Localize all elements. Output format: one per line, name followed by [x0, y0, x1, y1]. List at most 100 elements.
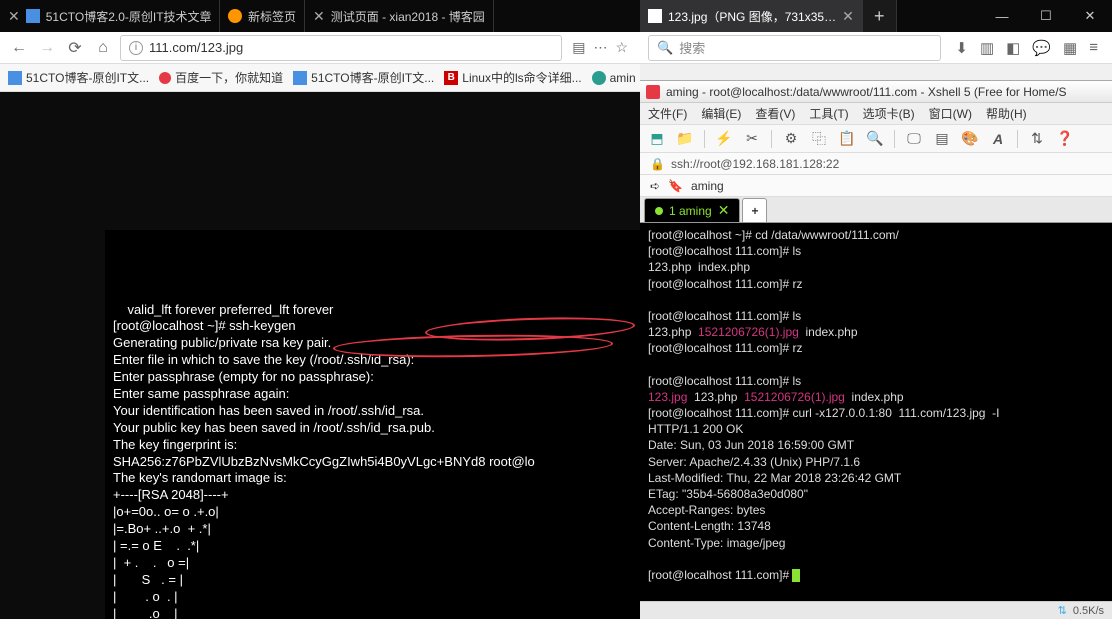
- maximize-button[interactable]: ☐: [1024, 0, 1068, 32]
- terminal-line: The key's randomart image is:: [113, 470, 632, 487]
- close-button[interactable]: ✕: [1068, 0, 1112, 32]
- menu-help[interactable]: 帮助(H): [986, 105, 1027, 122]
- color-icon[interactable]: 🎨: [959, 128, 981, 150]
- screen-icon[interactable]: 🖵: [903, 128, 925, 150]
- bookmark-icon[interactable]: 🔖: [668, 179, 683, 193]
- reload-button[interactable]: ⟳: [64, 37, 86, 59]
- menu-edit[interactable]: 编辑(E): [701, 105, 741, 122]
- menu-window[interactable]: 窗口(W): [929, 105, 972, 122]
- minimize-button[interactable]: —: [980, 0, 1024, 32]
- star-icon[interactable]: ☆: [615, 39, 628, 56]
- menu-tools[interactable]: 工具(T): [809, 105, 848, 122]
- cursor: [792, 569, 800, 582]
- terminal-line: [648, 551, 1104, 567]
- xshell-titlebar[interactable]: aming - root@localhost:/data/wwwroot/111…: [640, 81, 1112, 103]
- terminal-line: | . o . |: [113, 589, 632, 606]
- new-session-icon[interactable]: ⬒: [646, 128, 668, 150]
- bookmark-item[interactable]: BLinux中的ls命令详细...: [444, 69, 581, 86]
- close-icon[interactable]: ✕: [8, 8, 20, 25]
- close-icon[interactable]: ✕: [718, 202, 730, 219]
- new-tab-button[interactable]: +: [863, 0, 897, 32]
- terminal-line: Enter same passphrase again:: [113, 386, 632, 403]
- tab-label: 51CTO博客2.0-原创IT技术文章: [46, 8, 212, 25]
- close-icon[interactable]: ✕: [313, 8, 325, 25]
- sidebar-icon[interactable]: ◧: [1006, 39, 1020, 57]
- session-tab[interactable]: 1 aming ✕: [644, 198, 740, 222]
- terminal-line: Enter passphrase (empty for no passphras…: [113, 369, 632, 386]
- paste-icon[interactable]: 📋: [836, 128, 858, 150]
- menu-tab[interactable]: 选项卡(B): [863, 105, 915, 122]
- favicon-icon: [26, 9, 40, 23]
- tab-1[interactable]: 新标签页: [220, 0, 305, 32]
- terminal-output[interactable]: [root@localhost ~]# cd /data/wwwroot/111…: [640, 223, 1112, 601]
- menu-file[interactable]: 文件(F): [648, 105, 687, 122]
- menu-icon[interactable]: ≡: [1089, 39, 1098, 57]
- library-icon[interactable]: ▥: [980, 39, 994, 57]
- terminal-line: [root@localhost 111.com]#: [648, 567, 1104, 583]
- terminal-line: | .o |: [113, 606, 632, 619]
- tab-strip-right: 123.jpg（PNG 图像，731x35… ✕ + — ☐ ✕: [640, 0, 1112, 32]
- terminal-line: | S . = |: [113, 572, 632, 589]
- session-tabs: 1 aming ✕ +: [640, 197, 1112, 223]
- bookmark-item[interactable]: 51CTO博客-原创IT文...: [293, 69, 434, 86]
- reconnect-icon[interactable]: ⚡: [713, 128, 735, 150]
- tab-2[interactable]: ✕测试页面 - xian2018 - 博客园: [305, 0, 494, 32]
- help-icon[interactable]: ❓: [1054, 128, 1076, 150]
- search-placeholder: 搜索: [679, 38, 705, 57]
- url-text: 111.com/123.jpg: [149, 40, 243, 55]
- bookmark-item[interactable]: 51CTO博客-原创IT文...: [8, 69, 149, 86]
- tab-3[interactable]: 123.jpg（PNG 图像，731x35… ✕: [640, 0, 863, 32]
- terminal-line: [root@localhost 111.com]# rz: [648, 276, 1104, 292]
- reader-icon[interactable]: ▤: [572, 39, 585, 56]
- plus-icon: +: [751, 204, 758, 218]
- session-bar: ➪ 🔖 aming: [640, 175, 1112, 197]
- open-icon[interactable]: 📁: [674, 128, 696, 150]
- copy-icon[interactable]: ⿻: [808, 128, 830, 150]
- bookmark-item[interactable]: amin: [592, 71, 636, 85]
- home-button[interactable]: ⌂: [92, 37, 114, 59]
- menu-view[interactable]: 查看(V): [755, 105, 795, 122]
- window-controls: — ☐ ✕: [980, 0, 1112, 32]
- terminal-line: +----[RSA 2048]----+: [113, 487, 632, 504]
- terminal-line: [root@localhost 111.com]# curl -x127.0.0…: [648, 405, 1104, 421]
- terminal-line: Your public key has been saved in /root/…: [113, 420, 632, 437]
- toolbar-separator: [1017, 130, 1018, 148]
- tab-strip: ✕ 51CTO博客2.0-原创IT技术文章 新标签页 ✕测试页面 - xian20…: [0, 0, 640, 32]
- disconnect-icon[interactable]: ✂: [741, 128, 763, 150]
- terminal-line: ETag: "35b4-56808a3e0d080": [648, 486, 1104, 502]
- terminal-line: Your identification has been saved in /r…: [113, 403, 632, 420]
- transfer-icon: ⇅: [1058, 604, 1067, 617]
- font-icon[interactable]: A: [987, 128, 1009, 150]
- sessions-icon[interactable]: ▤: [931, 128, 953, 150]
- transfer-icon[interactable]: ⇅: [1026, 128, 1048, 150]
- chat-icon[interactable]: 💬: [1032, 39, 1051, 57]
- status-dot-icon: [655, 207, 663, 215]
- addons-icon[interactable]: ▦: [1063, 39, 1077, 57]
- terminal-line: [root@localhost 111.com]# ls: [648, 243, 1104, 259]
- more-icon[interactable]: ⋯: [593, 39, 607, 56]
- xshell-icon: [646, 85, 660, 99]
- properties-icon[interactable]: ⚙: [780, 128, 802, 150]
- bookmark-item[interactable]: 百度一下，你就知道: [159, 69, 283, 86]
- page-content: valid_lft forever preferred_lft forever[…: [0, 92, 640, 619]
- site-info-icon[interactable]: i: [129, 41, 143, 55]
- url-input[interactable]: i 111.com/123.jpg: [120, 35, 562, 61]
- toolbar-separator: [704, 130, 705, 148]
- terminal-line: |o+=0o.. o= o .+.o|: [113, 504, 632, 521]
- tab-label: 123.jpg（PNG 图像，731x35…: [668, 8, 836, 25]
- close-icon[interactable]: ✕: [842, 8, 854, 25]
- new-session-tab[interactable]: +: [742, 198, 767, 222]
- tab-0[interactable]: ✕ 51CTO博客2.0-原创IT技术文章: [0, 0, 220, 32]
- downloads-icon[interactable]: ⬇: [955, 39, 968, 57]
- terminal-line: valid_lft forever preferred_lft forever: [113, 302, 632, 319]
- terminal-line: Content-Type: image/jpeg: [648, 535, 1104, 551]
- search-icon: 🔍: [657, 40, 673, 56]
- forward-button[interactable]: →: [36, 37, 58, 59]
- back-button[interactable]: ←: [8, 37, 30, 59]
- favicon-icon: [293, 71, 307, 85]
- search-input[interactable]: 🔍 搜索: [648, 35, 941, 61]
- bookmarks-bar: 51CTO博客-原创IT文... 百度一下，你就知道 51CTO博客-原创IT文…: [0, 64, 640, 92]
- connection-string[interactable]: ssh://root@192.168.181.128:22: [671, 157, 839, 171]
- arrow-icon[interactable]: ➪: [650, 179, 660, 193]
- find-icon[interactable]: 🔍: [864, 128, 886, 150]
